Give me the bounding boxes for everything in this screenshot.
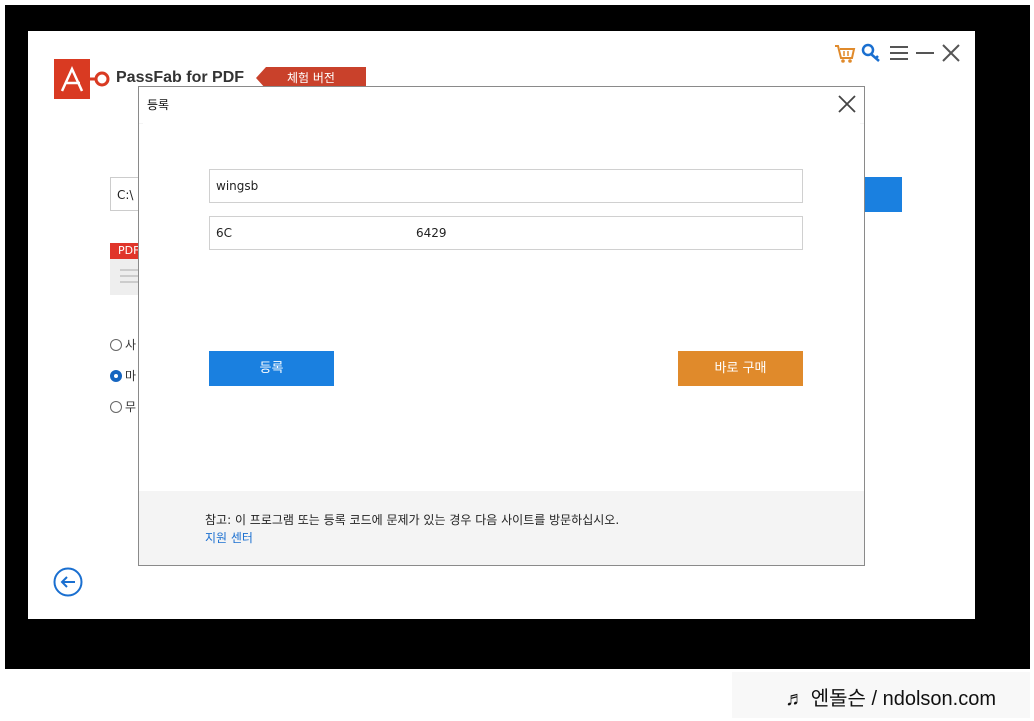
code-part-2: 6429 bbox=[416, 226, 447, 240]
radio-circle bbox=[110, 339, 122, 351]
dialog-body: 6C 6429 등록 바로 구매 bbox=[143, 123, 860, 491]
pdf-label: PDF bbox=[110, 243, 140, 259]
dialog-close-icon[interactable] bbox=[836, 93, 858, 115]
menu-icon[interactable] bbox=[888, 41, 910, 65]
back-arrow-icon[interactable] bbox=[53, 567, 83, 597]
code-part-1: 6C bbox=[216, 226, 233, 240]
registration-code-field[interactable]: 6C 6429 bbox=[209, 216, 803, 250]
thumb-line bbox=[120, 275, 140, 277]
thumb-line bbox=[120, 269, 140, 271]
buy-now-button[interactable]: 바로 구매 bbox=[678, 351, 803, 386]
cart-icon[interactable] bbox=[834, 41, 856, 65]
dialog-header: 등록 bbox=[139, 87, 864, 123]
help-note: 참고: 이 프로그램 또는 등록 코드에 문제가 있는 경우 다음 사이트를 방… bbox=[205, 513, 620, 527]
radio-label: 마 bbox=[125, 369, 137, 383]
app-title: PassFab for PDF bbox=[116, 69, 245, 86]
dialog-footer: 참고: 이 프로그램 또는 등록 코드에 문제가 있는 경우 다음 사이트를 방… bbox=[139, 491, 864, 565]
close-icon[interactable] bbox=[940, 41, 962, 65]
watermark-text: ♬ 엔돌슨 / ndolson.com bbox=[785, 688, 996, 710]
browse-button[interactable] bbox=[864, 177, 902, 212]
minimize-icon[interactable] bbox=[914, 41, 936, 65]
passfab-logo bbox=[54, 59, 110, 99]
key-icon[interactable] bbox=[860, 41, 882, 65]
watermark: ♬ 엔돌슨 / ndolson.com bbox=[732, 672, 1030, 718]
radio-label: 사 bbox=[125, 338, 137, 352]
dialog-title: 등록 bbox=[147, 98, 170, 112]
email-field[interactable] bbox=[209, 169, 803, 203]
thumb-line bbox=[120, 281, 140, 283]
radio-circle bbox=[110, 401, 122, 413]
pdf-thumbnail: PDF bbox=[110, 243, 140, 295]
register-button[interactable]: 등록 bbox=[209, 351, 334, 386]
radio-label: 무 bbox=[125, 400, 137, 414]
radio-circle-selected bbox=[110, 370, 122, 382]
support-center-link[interactable]: 지원 센터 bbox=[205, 529, 253, 546]
registration-dialog: 등록 6C 6429 등록 바로 구매 참고: 이 프로그램 또는 등록 코드에… bbox=[138, 86, 865, 566]
